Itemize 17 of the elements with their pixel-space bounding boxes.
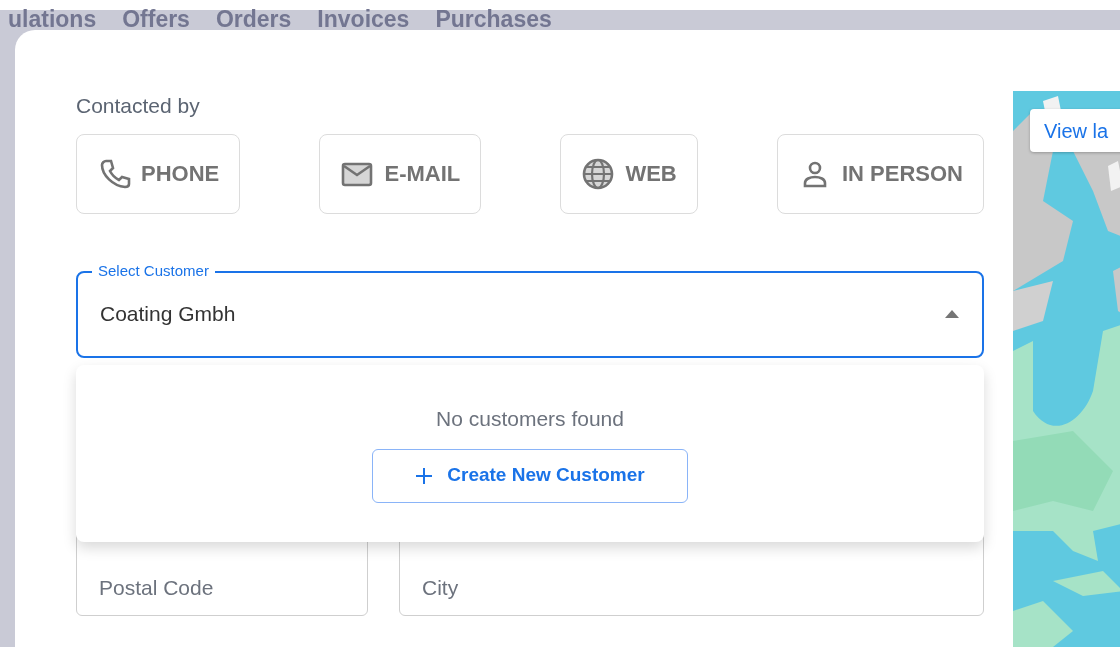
nav-tab[interactable]: Offers <box>122 9 190 30</box>
contact-method-button[interactable]: IN PERSON <box>776 133 984 214</box>
create-customer-button[interactable]: Create New Customer <box>372 448 688 503</box>
nav-tab[interactable]: ulations <box>8 9 97 30</box>
nav-tab[interactable]: Invoices <box>317 9 410 30</box>
contact-method-button[interactable]: PHONE <box>76 133 241 214</box>
globe-icon <box>581 156 616 191</box>
nav-tab[interactable]: Orders <box>215 9 292 30</box>
plus-icon <box>415 466 434 485</box>
view-button[interactable]: View la <box>1030 109 1120 152</box>
contact-method-button[interactable]: WEB <box>560 133 698 214</box>
field-label: Contacted by <box>76 93 201 119</box>
caret-icon <box>944 309 960 319</box>
empty-message: No customers found <box>436 406 624 432</box>
nav-tab[interactable]: Purchases <box>435 9 552 30</box>
selected-value: Coating Gmbh <box>100 301 236 328</box>
contact-method-button[interactable]: E-MAIL <box>319 133 482 214</box>
